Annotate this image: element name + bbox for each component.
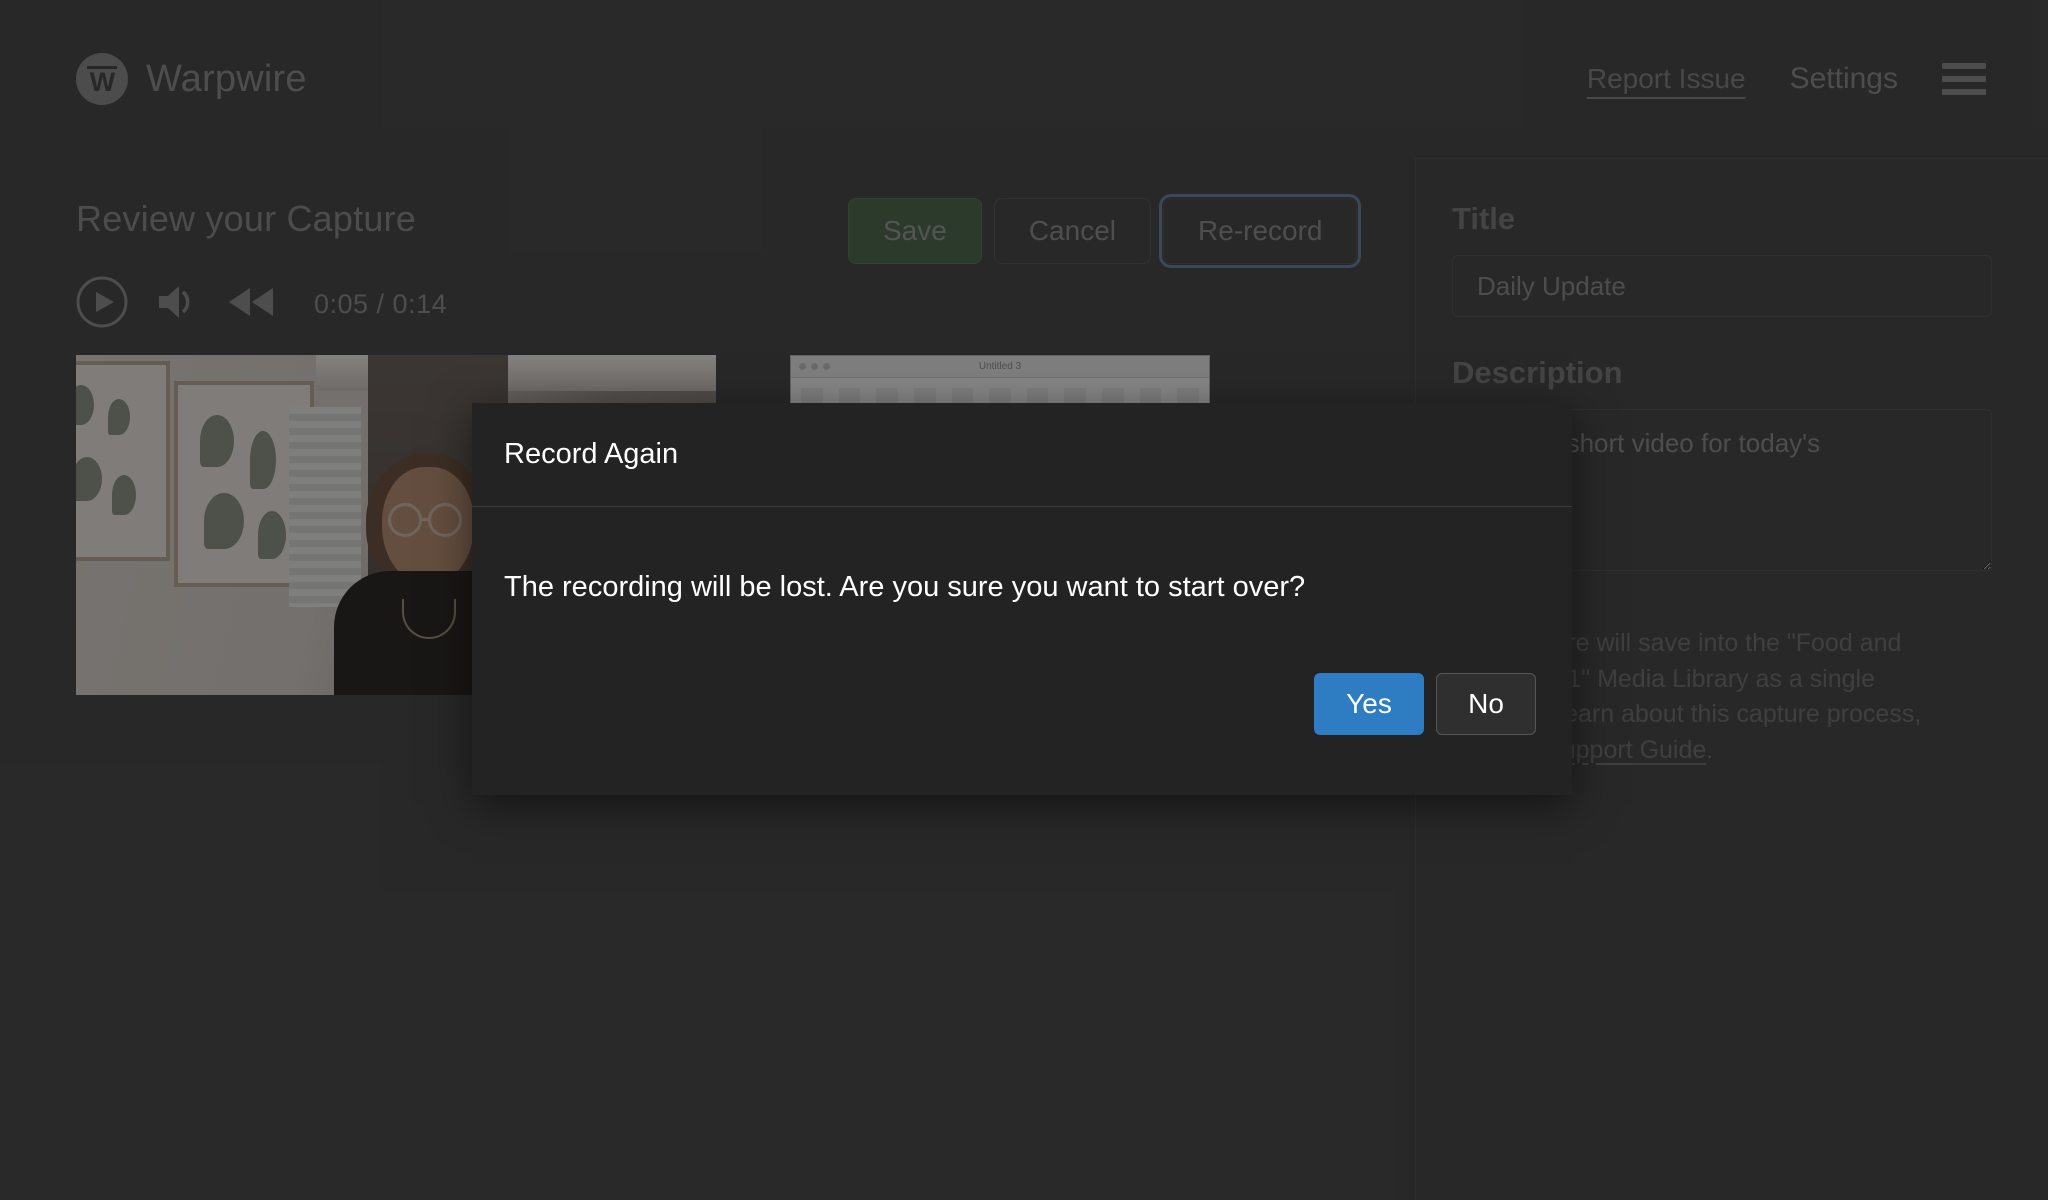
dialog-actions: Yes No <box>1314 672 1536 735</box>
record-again-dialog: Record Again The recording will be lost.… <box>472 403 1572 795</box>
dialog-title: Record Again <box>504 438 679 470</box>
dialog-body: The recording will be lost. Are you sure… <box>472 507 1572 795</box>
confirm-yes-button[interactable]: Yes <box>1314 672 1424 735</box>
confirm-no-button[interactable]: No <box>1436 672 1536 735</box>
dialog-header: Record Again <box>472 403 1572 507</box>
dialog-message: The recording will be lost. Are you sure… <box>504 571 1306 603</box>
